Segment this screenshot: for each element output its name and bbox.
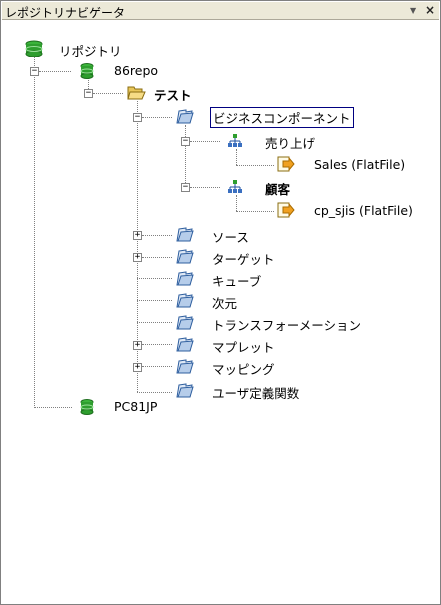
- tree-node-label: 86repo: [114, 63, 159, 78]
- folder-icon: [176, 315, 194, 330]
- panel-title: レポジトリナビゲータ: [5, 6, 126, 20]
- pin-dropdown-icon[interactable]: ▼: [410, 6, 416, 15]
- tree-node-label: トランスフォーメーション: [212, 318, 362, 333]
- tree-node-label-selected: ビジネスコンポーネント: [210, 107, 354, 128]
- tree-node-transformation[interactable]: トランスフォーメーション: [1, 313, 441, 333]
- database-icon: [80, 63, 94, 79]
- repository-tree: リポジトリ − 86repo − テスト − ビジネスコンポーネント − 売り上…: [1, 21, 441, 605]
- repository-navigator-panel: レポジトリナビゲータ ▼ × リポジトリ − 86repo − テスト − ビジ…: [0, 0, 441, 605]
- folder-icon: [176, 271, 194, 286]
- folder-icon: [176, 227, 194, 242]
- tree-node-label: 売り上げ: [265, 136, 316, 151]
- tree-node-label: 次元: [212, 296, 238, 311]
- tree-node-target[interactable]: + ターゲット: [1, 247, 441, 267]
- tree-node-label: マッピング: [212, 362, 275, 377]
- folder-icon: [176, 249, 194, 264]
- panel-titlebar: レポジトリナビゲータ ▼ ×: [2, 2, 439, 20]
- close-icon[interactable]: ×: [425, 3, 435, 17]
- tree-node-label: PC81JP: [114, 399, 158, 414]
- tree-node-mapping[interactable]: + マッピング: [1, 357, 441, 377]
- collapse-icon[interactable]: −: [133, 113, 142, 122]
- collapse-icon[interactable]: −: [30, 67, 39, 76]
- tree-node-label: リポジトリ: [59, 44, 122, 59]
- tree-node-pc81jp[interactable]: PC81JP: [1, 397, 441, 417]
- tree-node-label: テスト: [154, 88, 192, 103]
- tree-node-sales-flatfile[interactable]: Sales (FlatFile): [1, 155, 441, 175]
- source-arrow-icon: [277, 202, 295, 218]
- folder-icon: [176, 109, 194, 124]
- tree-node-test[interactable]: − テスト: [1, 83, 441, 103]
- expand-icon[interactable]: +: [133, 253, 142, 262]
- collapse-icon[interactable]: −: [84, 89, 93, 98]
- hierarchy-icon: [228, 180, 242, 193]
- tree-node-label: マプレット: [212, 340, 275, 355]
- tree-node-customer-group[interactable]: − 顧客: [1, 177, 441, 197]
- folder-icon: [176, 359, 194, 374]
- tree-node-source[interactable]: + ソース: [1, 225, 441, 245]
- tree-node-label: ソース: [212, 230, 249, 245]
- collapse-icon[interactable]: −: [181, 137, 190, 146]
- database-icon: [25, 40, 43, 57]
- expand-icon[interactable]: +: [133, 363, 142, 372]
- expand-icon[interactable]: +: [133, 341, 142, 350]
- source-arrow-icon: [277, 156, 295, 172]
- tree-node-sales-group[interactable]: − 売り上げ: [1, 131, 441, 151]
- folder-icon: [176, 337, 194, 352]
- collapse-icon[interactable]: −: [181, 183, 190, 192]
- tree-node-label: cp_sjis (FlatFile): [314, 203, 413, 218]
- tree-node-86repo[interactable]: − 86repo: [1, 61, 441, 81]
- hierarchy-icon: [228, 134, 242, 147]
- tree-node-customer-flatfile[interactable]: cp_sjis (FlatFile): [1, 201, 441, 221]
- tree-node-label: ターゲット: [212, 252, 275, 267]
- tree-node-dimension[interactable]: 次元: [1, 291, 441, 311]
- tree-node-cube[interactable]: キューブ: [1, 269, 441, 289]
- database-icon: [80, 399, 94, 415]
- folder-icon: [176, 293, 194, 308]
- tree-node-mapplet[interactable]: + マプレット: [1, 335, 441, 355]
- open-folder-icon: [127, 86, 146, 100]
- tree-node-business-components[interactable]: − ビジネスコンポーネント: [1, 107, 441, 128]
- tree-node-label: キューブ: [212, 274, 262, 289]
- expand-icon[interactable]: +: [133, 231, 142, 240]
- tree-node-label: 顧客: [265, 182, 291, 197]
- tree-node-label: Sales (FlatFile): [314, 157, 406, 172]
- tree-node-repository-root[interactable]: リポジトリ: [1, 39, 441, 59]
